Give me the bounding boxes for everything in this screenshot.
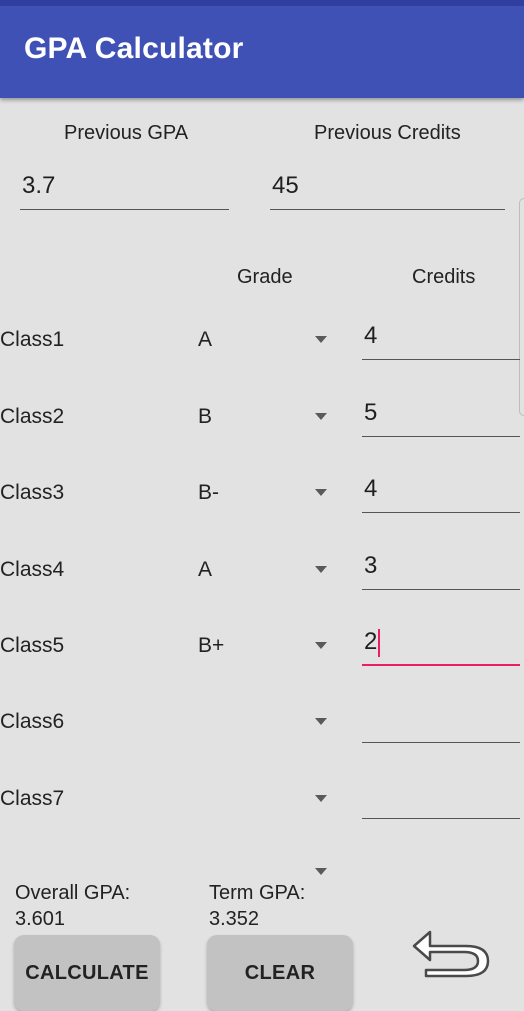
dropdown-arrow-icon[interactable] (315, 566, 327, 573)
dropdown-arrow-icon[interactable] (315, 413, 327, 420)
text-cursor (378, 628, 381, 657)
clear-button[interactable]: CLEAR (207, 935, 353, 1011)
class-label: Class5 (0, 634, 65, 657)
class-label: Class6 (0, 710, 65, 733)
previous-gpa-input[interactable]: 3.7 (20, 166, 229, 210)
credits-input[interactable]: 4 (362, 316, 520, 360)
credits-input-text: 2 (364, 628, 378, 655)
overall-gpa-label: Overall GPA: (15, 882, 131, 904)
class-label: Class4 (0, 558, 65, 581)
credits-input-focused[interactable]: 2 (362, 622, 520, 666)
grade-spinner-value[interactable]: B+ (198, 634, 224, 658)
grade-spinner-value[interactable]: B (198, 405, 212, 429)
credits-input[interactable]: 3 (362, 546, 520, 590)
credits-column-header: Credits (412, 266, 476, 288)
undo-arrow-icon[interactable] (400, 918, 496, 982)
dropdown-arrow-icon[interactable] (315, 489, 327, 496)
term-gpa-label: Term GPA: (209, 882, 306, 904)
grade-spinner-value[interactable]: A (198, 328, 212, 352)
previous-gpa-label: Previous GPA (64, 122, 189, 144)
class-label: Class2 (0, 405, 65, 428)
term-gpa-value: 3.352 (209, 908, 260, 930)
dropdown-arrow-icon[interactable] (315, 718, 327, 725)
credits-input[interactable] (362, 775, 520, 819)
calculate-button[interactable]: CALCULATE (14, 935, 160, 1011)
previous-credits-label: Previous Credits (314, 122, 461, 144)
overall-gpa-result: Overall GPA: 3.601 (15, 880, 130, 932)
app-title: GPA Calculator (24, 32, 244, 65)
class-label: Class1 (0, 328, 65, 351)
app-bar: GPA Calculator (0, 0, 524, 98)
grade-spinner-value[interactable]: B- (198, 481, 219, 505)
grade-spinner-value[interactable]: A (198, 558, 212, 582)
term-gpa-result: Term GPA: 3.352 (209, 880, 305, 932)
class-label: Class7 (0, 787, 65, 810)
class-label: Class3 (0, 481, 65, 504)
dropdown-arrow-icon[interactable] (315, 868, 327, 875)
scroll-indicator (519, 198, 524, 416)
credits-input[interactable] (362, 699, 520, 743)
dropdown-arrow-icon[interactable] (315, 795, 327, 802)
status-bar (0, 0, 524, 6)
dropdown-arrow-icon[interactable] (315, 336, 327, 343)
dropdown-arrow-icon[interactable] (315, 642, 327, 649)
credits-input[interactable]: 5 (362, 393, 520, 437)
grade-column-header: Grade (237, 266, 293, 288)
overall-gpa-value: 3.601 (15, 908, 66, 930)
previous-credits-input[interactable]: 45 (270, 166, 505, 210)
credits-input[interactable]: 4 (362, 469, 520, 513)
